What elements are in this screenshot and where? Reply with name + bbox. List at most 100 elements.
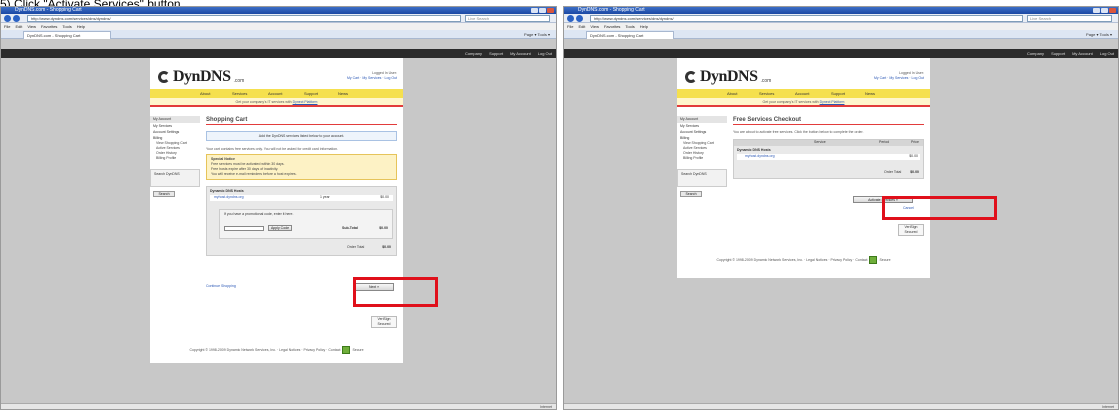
- cart-section-title: Dynamic DNS Hosts: [210, 189, 244, 193]
- sidebar-search-label: Search DynDNS: [681, 172, 707, 176]
- sidebar-head[interactable]: My Account: [677, 116, 727, 123]
- top-link-support[interactable]: Support: [489, 51, 503, 56]
- top-link-account[interactable]: My Account: [1072, 51, 1093, 56]
- col-service: Service: [814, 140, 826, 144]
- browser-search-input[interactable]: Live Search: [465, 15, 550, 22]
- promo-code-input[interactable]: [224, 226, 264, 231]
- nav-about[interactable]: About: [200, 89, 210, 98]
- apply-code-button[interactable]: Apply Code: [268, 225, 292, 231]
- nav-news[interactable]: News: [338, 89, 348, 98]
- menu-edit[interactable]: Edit: [578, 24, 585, 29]
- menu-view[interactable]: View: [590, 24, 599, 29]
- notice-text: Get your company's IT services with: [235, 100, 292, 104]
- nav-news[interactable]: News: [865, 89, 875, 98]
- menu-tools[interactable]: Tools: [62, 24, 71, 29]
- account-links[interactable]: My Cart · My Services · Log Out: [874, 76, 924, 81]
- order-total-label: Order Total: [884, 170, 902, 174]
- browser-menu: File Edit View Favorites Tools Help: [1, 23, 556, 30]
- forward-icon[interactable]: [576, 15, 583, 22]
- logo-text: DynDNS: [700, 68, 758, 85]
- address-bar-row: http://www.dyndns.com/services/dns/dyndn…: [564, 14, 1118, 23]
- account-links[interactable]: My Cart · My Services · Log Out: [347, 76, 397, 81]
- top-link-company[interactable]: Company: [1027, 51, 1044, 56]
- sidebar-sub-profile[interactable]: Billing Profile: [150, 156, 200, 161]
- checkout-item-link[interactable]: myhost.dyndns.org: [745, 154, 775, 158]
- special-notice-box: Special Notice Free services must be act…: [206, 154, 397, 180]
- close-icon[interactable]: [1109, 8, 1116, 13]
- notice-link[interactable]: Dynect Platform: [293, 100, 318, 104]
- menu-favorites[interactable]: Favorites: [604, 24, 620, 29]
- nav-services[interactable]: Services: [232, 89, 247, 98]
- nav-account[interactable]: Account: [268, 89, 282, 98]
- window-titlebar: DynDNS.com - Shopping Cart: [564, 7, 1118, 14]
- address-bar-row: http://www.dyndns.com/services/dns/dyndn…: [1, 14, 556, 23]
- menu-help[interactable]: Help: [77, 24, 85, 29]
- menu-favorites[interactable]: Favorites: [41, 24, 57, 29]
- intro-text: You are about to activate free services.…: [733, 130, 864, 134]
- browser-tab[interactable]: DynDNS.com - Shopping Cart: [23, 31, 111, 39]
- window-title: DynDNS.com - Shopping Cart: [15, 7, 82, 13]
- sidebar-search-button[interactable]: Search: [153, 191, 175, 197]
- nav-support[interactable]: Support: [304, 89, 318, 98]
- sidebar-sub-profile[interactable]: Billing Profile: [677, 156, 727, 161]
- top-link-account[interactable]: My Account: [510, 51, 531, 56]
- address-input[interactable]: http://www.dyndns.com/services/dns/dyndn…: [590, 15, 1023, 22]
- menu-help[interactable]: Help: [640, 24, 648, 29]
- nav-support[interactable]: Support: [831, 89, 845, 98]
- window-controls: [1093, 8, 1116, 13]
- browser-tab[interactable]: DynDNS.com - Shopping Cart: [586, 31, 674, 39]
- nav-services[interactable]: Services: [759, 89, 774, 98]
- close-icon[interactable]: [547, 8, 554, 13]
- browser-tools[interactable]: Page ▾ Tools ▾: [1086, 32, 1112, 37]
- minimize-icon[interactable]: [531, 8, 538, 13]
- site-top-nav: Company Support My Account Log Out: [1, 49, 556, 58]
- minimize-icon[interactable]: [1093, 8, 1100, 13]
- dyndns-logo[interactable]: DynDNS .com: [158, 68, 244, 86]
- menu-tools[interactable]: Tools: [625, 24, 634, 29]
- sidebar-head[interactable]: My Account: [150, 116, 200, 123]
- main-content: Free Services Checkout You are about to …: [733, 116, 924, 236]
- logo-ring-icon: [158, 71, 170, 83]
- top-link-logout[interactable]: Log Out: [1100, 51, 1114, 56]
- continue-shopping-link[interactable]: Continue Shopping: [206, 284, 236, 289]
- notice-text: Get your company's IT services with: [762, 100, 819, 104]
- maximize-icon[interactable]: [539, 8, 546, 13]
- top-link-logout[interactable]: Log Out: [538, 51, 552, 56]
- notice-link[interactable]: Dynect Platform: [820, 100, 845, 104]
- maximize-icon[interactable]: [1101, 8, 1108, 13]
- notice-bar: Get your company's IT services with Dyne…: [150, 98, 403, 107]
- site-top-nav: Company Support My Account Log Out: [564, 49, 1118, 58]
- forward-icon[interactable]: [13, 15, 20, 22]
- menu-file[interactable]: File: [567, 24, 573, 29]
- sidebar-search-box: Search DynDNS: [677, 169, 727, 187]
- page-title: Shopping Cart: [206, 116, 397, 125]
- highlight-next-button: [353, 277, 438, 307]
- tab-row: DynDNS.com - Shopping Cart Page ▾ Tools …: [1, 30, 556, 39]
- account-info: Logged In User: My Cart · My Services · …: [874, 71, 924, 81]
- verisign-badge: VeriSign Secured: [898, 224, 924, 236]
- page-container: DynDNS .com Logged In User: My Cart · My…: [677, 58, 930, 278]
- top-link-support[interactable]: Support: [1051, 51, 1065, 56]
- dyndns-logo[interactable]: DynDNS .com: [685, 68, 771, 86]
- nav-about[interactable]: About: [727, 89, 737, 98]
- tab-row: DynDNS.com - Shopping Cart Page ▾ Tools …: [564, 30, 1118, 39]
- address-input[interactable]: http://www.dyndns.com/services/dns/dyndn…: [27, 15, 461, 22]
- back-icon[interactable]: [567, 15, 574, 22]
- main-nav: About Services Account Support News: [677, 89, 930, 98]
- menu-view[interactable]: View: [27, 24, 36, 29]
- checkout-item-price: $0.00: [909, 154, 918, 158]
- promo-box: If you have a promotional code, enter it…: [219, 209, 393, 239]
- browser-search-input[interactable]: Live Search: [1027, 15, 1112, 22]
- back-icon[interactable]: [4, 15, 11, 22]
- footer-badge-label: Secure: [879, 257, 891, 262]
- menu-edit[interactable]: Edit: [15, 24, 22, 29]
- top-link-company[interactable]: Company: [465, 51, 482, 56]
- page-title: Free Services Checkout: [733, 116, 924, 125]
- cart-item-link[interactable]: myhost.dyndns.org: [214, 195, 244, 199]
- menu-file[interactable]: File: [4, 24, 10, 29]
- nav-account[interactable]: Account: [795, 89, 809, 98]
- browser-tools[interactable]: Page ▾ Tools ▾: [524, 32, 550, 37]
- sidebar-search-button[interactable]: Search: [680, 191, 702, 197]
- col-period: Period: [879, 140, 890, 144]
- status-bar: Internet: [1, 403, 556, 409]
